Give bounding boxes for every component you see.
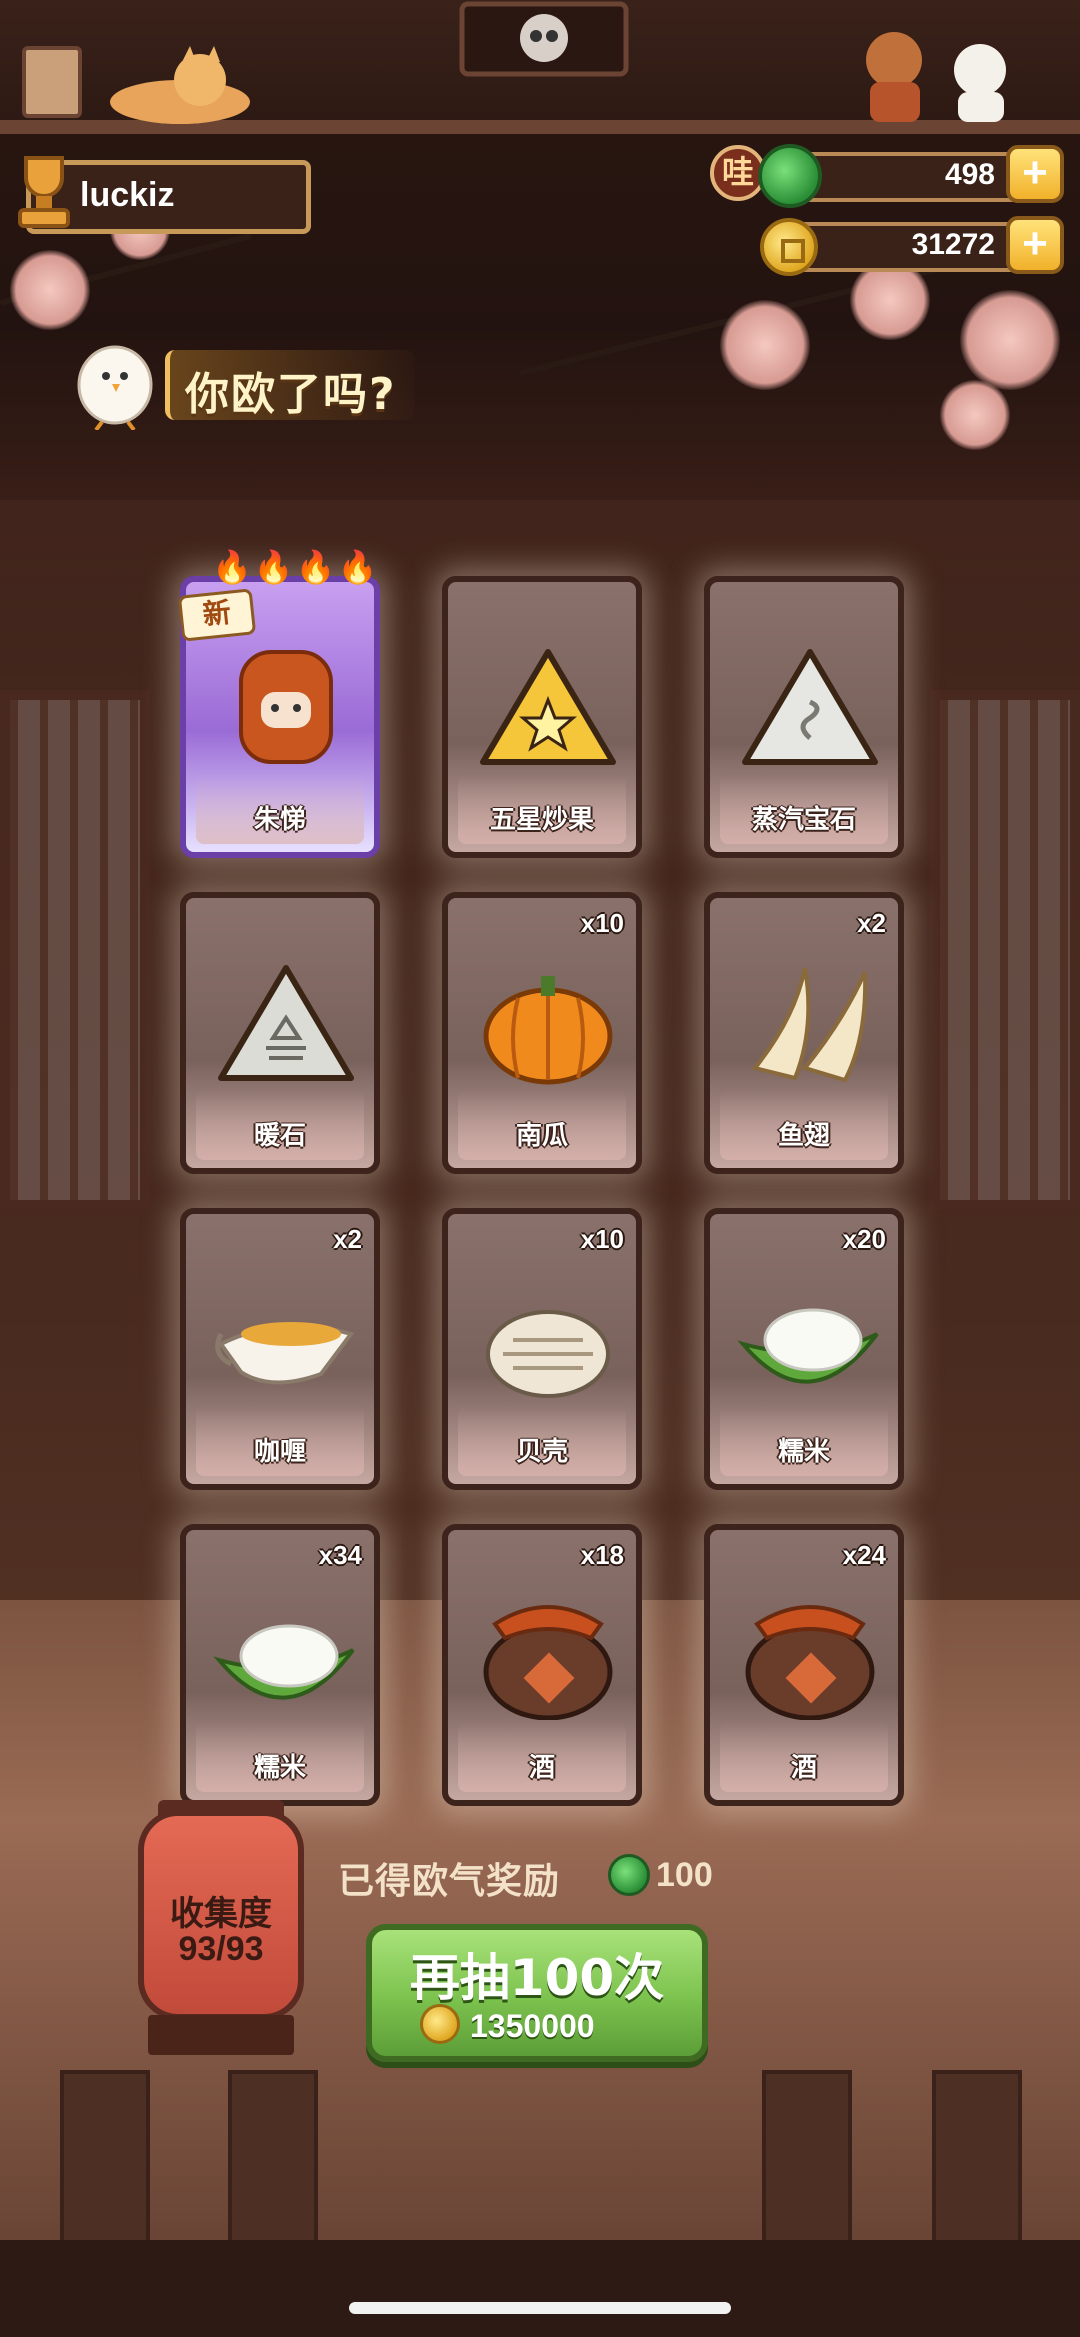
draw-again-label: 再抽100次	[409, 1949, 665, 2007]
reward-card[interactable]: x2 鱼翅	[704, 892, 904, 1174]
wooden-robot-icon	[239, 650, 333, 764]
reward-card[interactable]: 暖石	[180, 892, 380, 1174]
item-name: 蒸汽宝石	[751, 805, 856, 835]
blossom-icon	[10, 250, 90, 330]
speech-text: 你欧了吗?	[185, 369, 397, 420]
draw-cost: 1350000	[470, 2008, 595, 2044]
right-window	[930, 690, 1080, 1210]
reward-value: 100	[656, 1856, 713, 1894]
steam-stone-icon	[742, 649, 878, 765]
trophy-avatar-icon[interactable]	[8, 148, 80, 234]
item-name: 糯米	[253, 1753, 306, 1783]
glutinous-rice-leaf-icon	[737, 1308, 879, 1384]
star-rice-ball-icon	[480, 649, 616, 765]
glutinous-rice-leaf-icon	[213, 1624, 355, 1700]
blossom-icon	[720, 300, 810, 390]
item-name: 暖石	[253, 1121, 306, 1151]
chick-mascot-icon	[77, 345, 153, 430]
item-name: 酒	[790, 1753, 817, 1783]
player-name: luckiz	[80, 176, 175, 214]
wine-jar-icon	[745, 1605, 875, 1720]
curry-gravy-boat-icon	[215, 1322, 355, 1385]
new-tag: 新	[177, 588, 257, 642]
coin-count: 31272	[911, 228, 995, 261]
add-coins-button[interactable]: +	[1006, 216, 1064, 274]
shelf-cat-decoration-icon	[22, 46, 250, 124]
reward-card[interactable]: 蒸汽宝石	[704, 576, 904, 858]
item-name: 五星炒果	[489, 805, 594, 835]
item-name: 朱悌	[253, 805, 306, 835]
reward-label: 已得欧气奖励	[338, 1861, 561, 1902]
reward-card[interactable]: 五星炒果	[442, 576, 642, 858]
item-name: 贝壳	[515, 1437, 568, 1467]
reward-card[interactable]: x2 咖喱	[180, 1208, 380, 1490]
blossom-icon	[960, 290, 1060, 390]
item-name: 糯米	[777, 1437, 830, 1467]
lantern-stand	[148, 2015, 294, 2055]
clam-shell-icon	[486, 1310, 610, 1398]
blossom-icon	[940, 380, 1010, 450]
item-count: x18	[580, 1540, 624, 1570]
coin-icon	[420, 2004, 460, 2044]
gem-count: 498	[944, 158, 995, 191]
reward-card[interactable]: x20 糯米	[704, 1208, 904, 1490]
item-name: 酒	[528, 1753, 555, 1783]
home-indicator[interactable]	[349, 2302, 731, 2314]
reward-card[interactable]: x24 酒	[704, 1524, 904, 1806]
reward-card[interactable]: x10 南瓜	[442, 892, 642, 1174]
reward-card[interactable]: x10 贝壳	[442, 1208, 642, 1490]
shark-fin-icon	[751, 967, 868, 1083]
item-name: 南瓜	[515, 1121, 568, 1151]
left-window	[0, 690, 150, 1210]
item-count: x20	[842, 1224, 886, 1254]
item-count: x2	[857, 908, 886, 938]
item-name: 鱼翅	[777, 1121, 830, 1151]
rarity-flames: 🔥🔥🔥🔥	[212, 548, 380, 586]
hanging-portrait-icon	[459, 1, 629, 77]
warm-stone-icon	[218, 965, 354, 1081]
collection-value: 93/93	[178, 1930, 264, 1968]
item-count: x10	[580, 1224, 624, 1254]
wine-jar-icon	[483, 1605, 613, 1720]
item-count: x24	[842, 1540, 886, 1570]
item-count: x2	[333, 1224, 362, 1254]
coin-icon	[760, 218, 818, 276]
item-count: x34	[318, 1540, 362, 1570]
collection-title: 收集度	[170, 1894, 272, 1934]
item-count: x10	[580, 908, 624, 938]
reward-card[interactable]: x34 糯米	[180, 1524, 380, 1806]
jade-gem-icon	[758, 144, 822, 208]
reward-card[interactable]: x18 酒	[442, 1524, 642, 1806]
pumpkin-icon	[483, 976, 613, 1085]
blossom-icon	[850, 260, 930, 340]
shelf-characters-icon	[866, 32, 1006, 122]
jade-gem-icon	[608, 1854, 650, 1896]
add-gems-button[interactable]: +	[1006, 145, 1064, 203]
bottom-panel	[0, 2240, 1080, 2337]
item-name: 咖喱	[253, 1437, 306, 1467]
